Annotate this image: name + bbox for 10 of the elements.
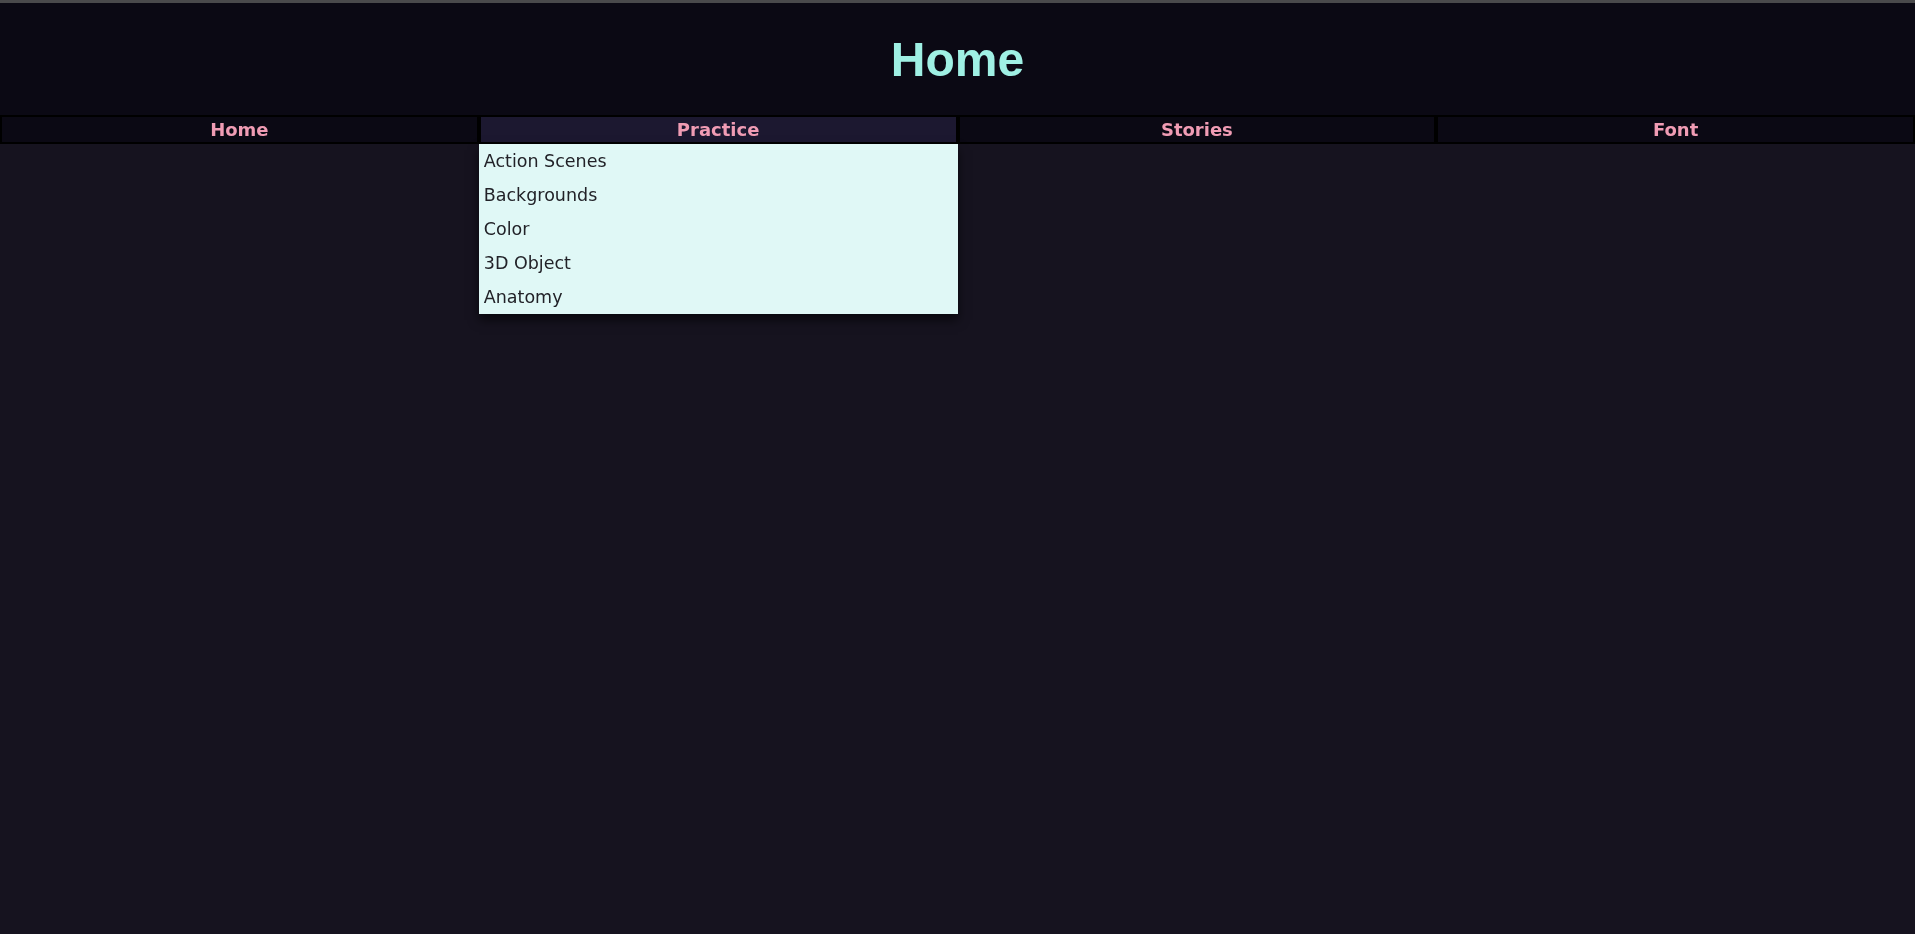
- dropdown-item[interactable]: Backgrounds: [478, 178, 958, 212]
- dropdown-item[interactable]: 3D Object: [478, 246, 958, 280]
- dropdown-item[interactable]: Color: [478, 212, 958, 246]
- dropdown-item[interactable]: Action Scenes: [478, 144, 958, 178]
- nav-tab[interactable]: Home: [0, 115, 479, 144]
- nav-tab[interactable]: Font: [1436, 115, 1915, 144]
- nav-tab[interactable]: Stories: [957, 115, 1437, 144]
- nav-tab[interactable]: Practice: [478, 115, 958, 144]
- page-title: Home: [890, 34, 1025, 84]
- dropdown-item[interactable]: Anatomy: [478, 280, 958, 314]
